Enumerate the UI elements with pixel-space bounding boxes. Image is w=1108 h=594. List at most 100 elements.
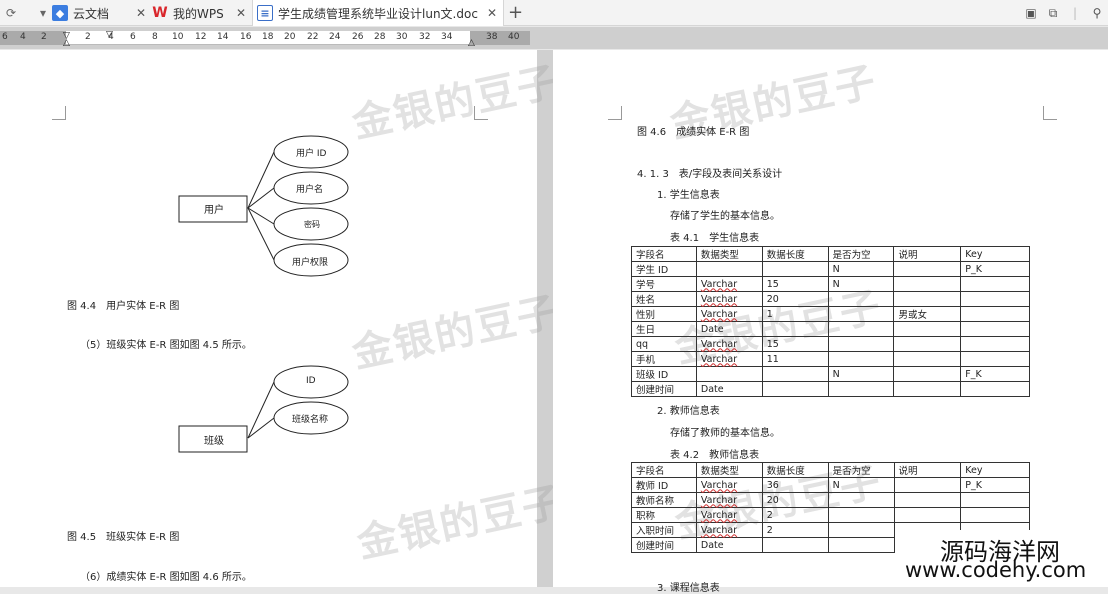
- table-cell: [893, 291, 962, 307]
- table-cell: P_K: [960, 477, 1030, 493]
- table-cell: 性别: [631, 306, 697, 322]
- indent-marker-icon[interactable]: △: [63, 38, 70, 48]
- table-cell: 学生 ID: [631, 261, 697, 277]
- table-cell: [761, 261, 829, 277]
- table-caption: 表 4.2 教师信息表: [670, 450, 760, 461]
- table-cell: N: [827, 477, 895, 493]
- table-cell: Varchar: [695, 477, 763, 493]
- ruler[interactable]: 6 4 2 2 4 6 8 10 12 14 16 18 20 22 24 26…: [0, 27, 1108, 49]
- watermark: 金银的豆子: [353, 478, 569, 568]
- right-indent-icon[interactable]: △: [468, 38, 475, 48]
- screen-icon[interactable]: ▣: [1020, 6, 1042, 20]
- table-header-cell: 数据长度: [761, 462, 829, 478]
- table-cell: [893, 477, 962, 493]
- table-cell: 11: [761, 351, 829, 367]
- ruler-number: 6: [130, 32, 136, 42]
- er-diagram-class: [178, 365, 349, 453]
- page-left[interactable]: 金银的豆子 金银的豆子 金银的豆子 用户 用户 ID 用户名 密码 用户权限 图…: [0, 50, 568, 587]
- table-row: 生日 Date: [631, 321, 1030, 337]
- er-attribute-label: 用户 ID: [296, 149, 327, 159]
- table-cell: [960, 351, 1030, 367]
- refresh-icon[interactable]: ⟳: [0, 0, 22, 26]
- dropdown-icon[interactable]: ▾: [32, 0, 54, 26]
- table-row: 班级 ID N F_K: [631, 366, 1030, 382]
- table-header-cell: Key: [960, 246, 1030, 262]
- table-cell: qq: [631, 336, 697, 352]
- table-cell: [893, 276, 962, 292]
- table-cell: [827, 321, 895, 337]
- table-row: 职称 Varchar 2: [631, 507, 1030, 523]
- table-cell: 1: [761, 306, 829, 322]
- table-cell: [827, 381, 895, 397]
- er-entity-label: 用户: [204, 205, 224, 216]
- table-cell: [827, 522, 895, 538]
- table-cell: 15: [761, 336, 829, 352]
- table-cell: [960, 321, 1030, 337]
- table-cell: 2: [761, 507, 829, 523]
- er-attribute-label: 用户名: [296, 185, 324, 195]
- ruler-number: 4: [20, 32, 26, 42]
- table-cell: [960, 336, 1030, 352]
- table-header-cell: 是否为空: [827, 462, 895, 478]
- paragraph: 存储了学生的基本信息。: [670, 211, 780, 222]
- ruler-number: 34: [441, 32, 453, 42]
- table-cell: Varchar: [695, 351, 763, 367]
- table-cell: Varchar: [695, 276, 763, 292]
- table-cell: [695, 261, 763, 277]
- tab-label: 云文档: [73, 6, 110, 21]
- table-cell: 入职时间: [631, 522, 697, 538]
- table-cell: [893, 321, 962, 337]
- table-row: 教师 ID Varchar 36 N P_K: [631, 477, 1030, 493]
- table-row: 学生 ID N P_K: [631, 261, 1030, 277]
- list-item: 1. 学生信息表: [657, 190, 720, 201]
- page-right[interactable]: 金银的豆子 金银的豆子 金银的豆子 图 4.6 成绩实体 E-R 图 4. 1.…: [553, 50, 1108, 594]
- table-cell: 职称: [631, 507, 697, 523]
- table-cell: N: [827, 366, 895, 382]
- ruler-number: 26: [352, 32, 364, 42]
- close-icon[interactable]: ✕: [236, 6, 246, 20]
- ruler-number: 2: [41, 32, 47, 42]
- table-cell: [960, 492, 1030, 508]
- new-tab-icon[interactable]: +: [508, 2, 523, 23]
- window-icon[interactable]: ⧉: [1042, 6, 1064, 21]
- table-cell: 手机: [631, 351, 697, 367]
- tab-document[interactable]: ≡ 学生成绩管理系统毕业设计lun文.doc ✕: [252, 0, 504, 26]
- paragraph: 存储了教师的基本信息。: [670, 428, 780, 439]
- table-cell: Varchar: [695, 522, 763, 538]
- divider: |: [1072, 6, 1078, 20]
- figure-caption: 图 4.5 班级实体 E-R 图: [67, 532, 180, 543]
- ruler-number: 22: [307, 32, 319, 42]
- table-cell: 创建时间: [631, 381, 697, 397]
- table-cell: [893, 261, 962, 277]
- close-icon[interactable]: ✕: [487, 6, 497, 20]
- table-cell: 生日: [631, 321, 697, 337]
- cloud-doc-icon: ◆: [52, 5, 68, 21]
- table-cell: [827, 306, 895, 322]
- table-header-cell: 字段名: [631, 246, 697, 262]
- tab-cloud-docs[interactable]: ◆ 云文档 ✕: [52, 0, 152, 26]
- table-cell: 2: [761, 522, 829, 538]
- table-row: 创建时间 Date: [631, 381, 1030, 397]
- table-cell: [960, 381, 1030, 397]
- ruler-number: 38: [486, 32, 498, 42]
- table-row: 性别 Varchar 1 男或女: [631, 306, 1030, 322]
- figure-caption: 图 4.4 用户实体 E-R 图: [67, 301, 180, 312]
- table-cell: [893, 492, 962, 508]
- table-cell: [960, 291, 1030, 307]
- table-row: 手机 Varchar 11: [631, 351, 1030, 367]
- table-cell: N: [827, 261, 895, 277]
- table-cell: [827, 507, 895, 523]
- table-header-cell: 数据长度: [761, 246, 829, 262]
- close-icon[interactable]: ✕: [136, 6, 146, 20]
- first-line-indent-icon[interactable]: ▽: [106, 30, 113, 40]
- ruler-number: 6: [2, 32, 8, 42]
- table-cell: [893, 336, 962, 352]
- table-cell: [827, 336, 895, 352]
- search-icon[interactable]: ⚲: [1086, 6, 1108, 20]
- watermark: 金银的豆子: [348, 288, 564, 378]
- table-cell: 班级 ID: [631, 366, 697, 382]
- tab-my-wps[interactable]: W 我的WPS ✕: [152, 0, 252, 26]
- er-attribute-label: 密码: [304, 220, 320, 229]
- table-cell: 20: [761, 291, 829, 307]
- table-cell: 20: [761, 492, 829, 508]
